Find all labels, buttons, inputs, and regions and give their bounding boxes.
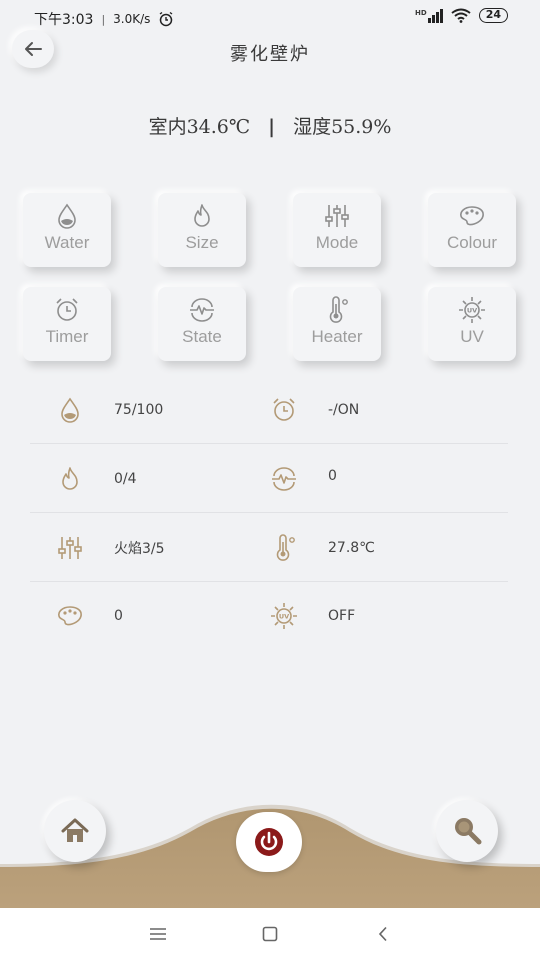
status-time: 下午3:03 bbox=[34, 12, 94, 28]
palette-icon bbox=[460, 206, 484, 226]
water-button[interactable]: Water bbox=[23, 193, 111, 267]
menu-button[interactable] bbox=[143, 920, 173, 948]
alarm-status-icon bbox=[160, 11, 173, 27]
info-row: 0 UV OFF bbox=[30, 582, 508, 650]
signal-bar bbox=[431, 14, 435, 23]
svg-text:UV: UV bbox=[467, 307, 477, 315]
mode-readout: 火焰3/5 bbox=[56, 514, 165, 582]
pulse-icon bbox=[190, 298, 214, 322]
sliders-icon bbox=[58, 537, 82, 559]
indoor-temperature: 室内34.6℃ bbox=[148, 116, 251, 138]
water-drop-icon bbox=[61, 397, 79, 423]
home-button[interactable] bbox=[44, 800, 106, 862]
flame-icon bbox=[62, 467, 78, 490]
palette-icon bbox=[58, 606, 82, 626]
tile-label: Water bbox=[44, 233, 90, 252]
page-title: 雾化壁炉 bbox=[230, 44, 310, 65]
flame-icon bbox=[194, 204, 210, 227]
thermometer-icon bbox=[276, 534, 295, 561]
signal-bar bbox=[439, 8, 443, 23]
status-separator: | bbox=[101, 12, 106, 26]
colour-readout: 0 bbox=[56, 582, 123, 650]
state-readout: 0 bbox=[270, 445, 337, 513]
water-level-readout: 75/100 bbox=[56, 376, 163, 444]
signal-icon: HD bbox=[415, 8, 443, 23]
system-navigation-bar bbox=[0, 908, 540, 960]
heater-readout: 27.8℃ bbox=[270, 514, 375, 582]
tile-label: Size bbox=[185, 233, 219, 252]
timer-button[interactable]: Timer bbox=[23, 287, 111, 361]
info-row: 火焰3/5 27.8℃ bbox=[30, 514, 508, 582]
alarm-clock-icon bbox=[56, 298, 78, 321]
timer-readout: -/ON bbox=[270, 376, 359, 444]
tile-label: Mode bbox=[315, 233, 359, 252]
tile-label: UV bbox=[460, 327, 484, 346]
timer-value: -/ON bbox=[328, 402, 360, 418]
info-row: 75/100 -/ON bbox=[30, 376, 508, 444]
pulse-icon bbox=[272, 467, 296, 491]
sliders-icon bbox=[325, 205, 349, 227]
water-level-value: 75/100 bbox=[114, 402, 164, 418]
size-readout: 0/4 bbox=[56, 445, 137, 513]
environment-readout: 室内34.6℃ | 湿度55.9% bbox=[0, 112, 540, 139]
heater-value: 27.8℃ bbox=[328, 540, 375, 556]
size-button[interactable]: Size bbox=[158, 193, 246, 267]
battery-indicator: 24 bbox=[478, 8, 508, 23]
alarm-clock-icon bbox=[273, 398, 295, 421]
wifi-icon bbox=[451, 8, 471, 23]
size-value: 0/4 bbox=[114, 471, 137, 487]
colour-button[interactable]: Colour bbox=[428, 193, 516, 267]
info-row: 0/4 0 bbox=[30, 445, 508, 513]
state-value: 0 bbox=[328, 468, 337, 484]
tile-label: State bbox=[182, 327, 222, 346]
colour-value: 0 bbox=[114, 608, 123, 624]
back-nav-button[interactable] bbox=[368, 920, 398, 948]
mode-value: 火焰3/5 bbox=[114, 541, 165, 557]
uv-icon: UV bbox=[459, 297, 485, 323]
state-button[interactable]: State bbox=[158, 287, 246, 361]
thermometer-icon bbox=[329, 296, 348, 323]
svg-text:UV: UV bbox=[279, 613, 289, 621]
home-nav-button[interactable] bbox=[255, 920, 285, 948]
water-drop-icon bbox=[58, 203, 76, 229]
network-type: HD bbox=[415, 8, 427, 17]
menu-icon bbox=[150, 928, 166, 940]
search-icon bbox=[455, 818, 482, 845]
signal-bar bbox=[427, 17, 431, 23]
home-icon bbox=[61, 818, 89, 842]
uv-value: OFF bbox=[328, 608, 356, 624]
heater-button[interactable]: Heater bbox=[293, 287, 381, 361]
tile-label: Timer bbox=[45, 327, 89, 346]
uv-button[interactable]: UV UV bbox=[428, 287, 516, 361]
status-bar: 下午3:03 | 3.0K/s HD 24 bbox=[0, 0, 540, 38]
tile-label: Heater bbox=[311, 327, 363, 346]
tile-label: Colour bbox=[446, 233, 498, 252]
chevron-left-icon bbox=[378, 926, 387, 942]
power-button[interactable] bbox=[236, 812, 302, 872]
signal-bar bbox=[435, 11, 439, 23]
power-icon bbox=[255, 828, 283, 856]
uv-readout: UV OFF bbox=[270, 582, 355, 650]
uv-icon: UV bbox=[271, 603, 297, 629]
search-button[interactable] bbox=[436, 800, 498, 862]
humidity-reading: 湿度55.9% bbox=[293, 116, 392, 138]
status-speed: 3.0K/s bbox=[113, 12, 151, 26]
mode-button[interactable]: Mode bbox=[293, 193, 381, 267]
square-icon bbox=[262, 926, 278, 942]
environment-divider: | bbox=[268, 116, 276, 138]
